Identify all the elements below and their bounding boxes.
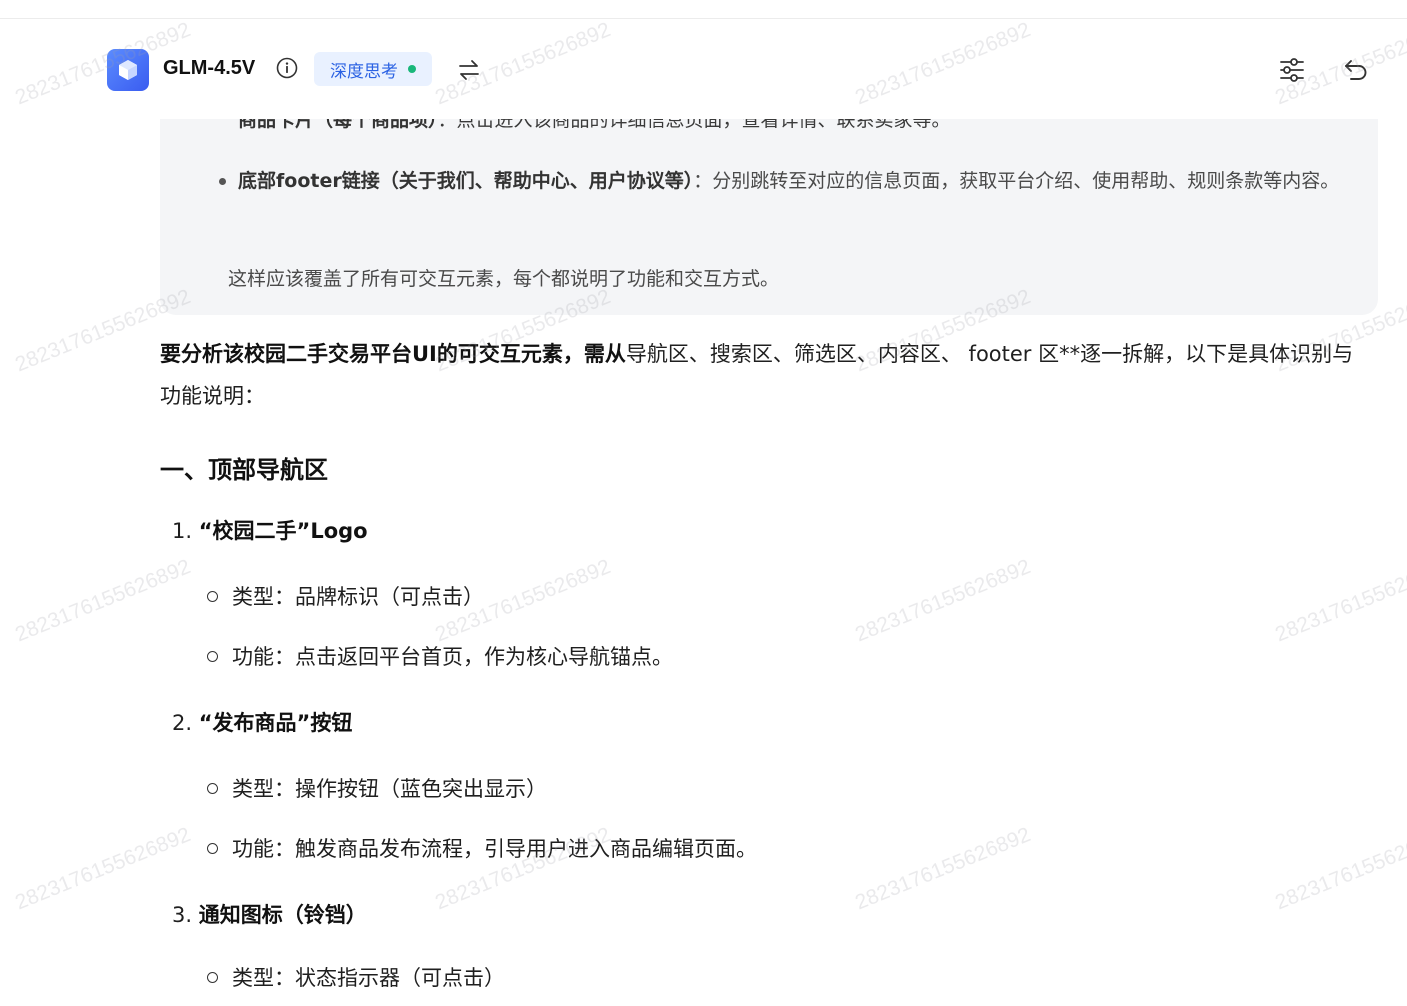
- sub-list-item: 类型：状态指示器（可点击）: [207, 962, 505, 992]
- model-cube-icon[interactable]: [107, 49, 149, 91]
- sub-list-text: 类型：操作按钮（蓝色突出显示）: [232, 777, 547, 801]
- info-icon[interactable]: [276, 57, 298, 79]
- thinking-summary: 这样应该覆盖了所有可交互元素，每个都说明了功能和交互方式。: [228, 268, 780, 290]
- deep-think-label: 深度思考: [330, 61, 398, 82]
- list-number: 1.: [172, 519, 193, 543]
- sub-list-item: 类型：品牌标识（可点击）: [207, 581, 484, 611]
- section-title: 一、顶部导航区: [160, 456, 328, 484]
- circle-bullet-icon: [207, 783, 218, 794]
- bullet-dot: [219, 178, 226, 185]
- thinking-bullet-partial: 商品卡片（每个商品项）：点击进入该商品的详细信息页面，查看详情、联系卖家等。: [238, 119, 951, 132]
- circle-bullet-icon: [207, 843, 218, 854]
- top-divider: [0, 0, 1407, 19]
- sub-list-item: 功能：触发商品发布流程，引导用户进入商品编辑页面。: [207, 833, 757, 863]
- swap-arrows-icon[interactable]: [456, 58, 482, 82]
- deep-think-toggle[interactable]: 深度思考: [314, 52, 432, 86]
- chat-header: GLM-4.5V 深度思考: [0, 19, 1407, 119]
- sub-list-text: 功能：触发商品发布流程，引导用户进入商品编辑页面。: [232, 837, 757, 861]
- settings-sliders-icon[interactable]: [1277, 55, 1307, 85]
- circle-bullet-icon: [207, 591, 218, 602]
- undo-icon[interactable]: [1342, 56, 1370, 84]
- watermark: 2823176155626892: [852, 554, 1034, 647]
- watermark: 2823176155626892: [12, 554, 194, 647]
- watermark: 2823176155626892: [852, 822, 1034, 915]
- thinking-bullet-text: ：分别跳转至对应的信息页面，获取平台介绍、使用帮助、规则条款等内容。: [693, 170, 1340, 192]
- thinking-bullet-partial-text: ：点击进入该商品的详细信息页面，查看详情、联系卖家等。: [437, 119, 951, 131]
- watermark: 2823176155626892: [12, 822, 194, 915]
- thinking-bullet: 底部footer链接（关于我们、帮助中心、用户协议等）：分别跳转至对应的信息页面…: [219, 162, 1348, 200]
- circle-bullet-icon: [207, 972, 218, 983]
- status-dot-icon: [408, 65, 416, 73]
- sub-list-text: 类型：品牌标识（可点击）: [232, 585, 484, 609]
- list-title: 通知图标（铃铛）: [198, 903, 367, 927]
- sub-list-item: 功能：点击返回平台首页，作为核心导航锚点。: [207, 641, 673, 671]
- list-title: “发布商品”按钮: [198, 711, 353, 735]
- watermark: 2823176155626892: [1272, 554, 1407, 647]
- thinking-bullet-bold: 底部footer链接（关于我们、帮助中心、用户协议等）: [238, 170, 694, 192]
- circle-bullet-icon: [207, 651, 218, 662]
- list-number: 2.: [172, 711, 193, 735]
- thinking-panel: 商品卡片（每个商品项）：点击进入该商品的详细信息页面，查看详情、联系卖家等。 底…: [160, 119, 1378, 315]
- sub-list-text: 功能：点击返回平台首页，作为核心导航锚点。: [232, 645, 673, 669]
- thinking-bullet-partial-bold: 商品卡片（每个商品项）: [238, 119, 438, 131]
- answer-intro: 要分析该校园二手交易平台UI的可交互元素，需从导航区、搜索区、筛选区、内容区、 …: [160, 333, 1370, 417]
- list-item: 2. “发布商品”按钮: [172, 707, 352, 737]
- list-number: 3.: [172, 903, 193, 927]
- answer-intro-bold: 要分析该校园二手交易平台UI的可交互元素，需从: [160, 342, 626, 366]
- list-title: “校园二手”Logo: [198, 519, 368, 543]
- sub-list-item: 类型：操作按钮（蓝色突出显示）: [207, 773, 547, 803]
- list-item: 3. 通知图标（铃铛）: [172, 899, 367, 929]
- watermark: 2823176155626892: [1272, 822, 1407, 915]
- list-item: 1. “校园二手”Logo: [172, 515, 368, 545]
- model-name[interactable]: GLM-4.5V: [163, 57, 255, 80]
- sub-list-text: 类型：状态指示器（可点击）: [232, 966, 505, 990]
